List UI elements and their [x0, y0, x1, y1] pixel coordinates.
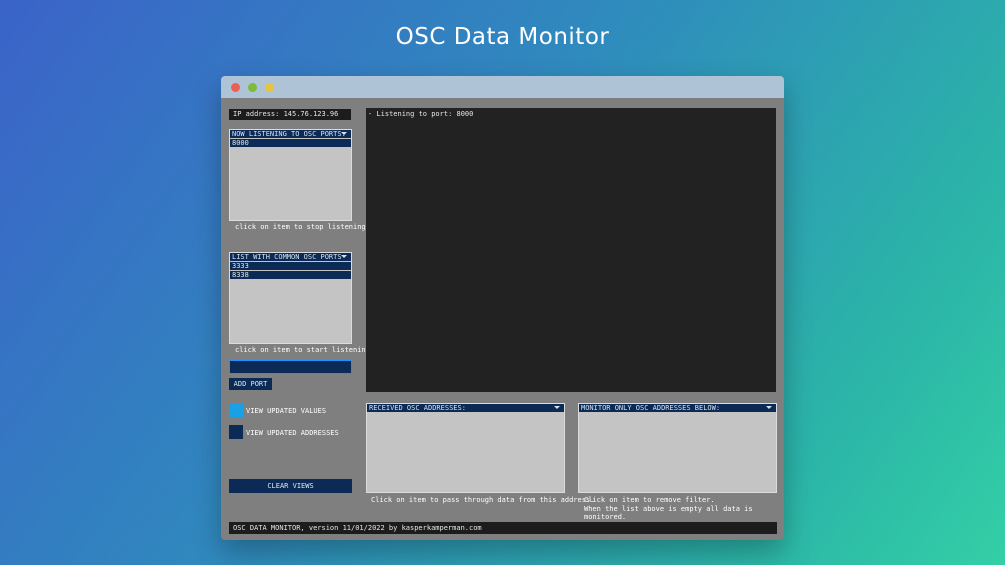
monitor-only-hint-2: When the list above is empty all data is… [584, 505, 753, 521]
view-addresses-label: VIEW UPDATED ADDRESSES [246, 429, 339, 437]
common-ports-header[interactable]: LIST WITH COMMON OSC PORTS [230, 253, 351, 262]
data-console: - Listening to port: 8000 [366, 108, 776, 392]
app-window: IP address: 145.76.123.96 NOW LISTENING … [221, 76, 784, 540]
received-addresses-hint: Click on item to pass through data from … [371, 496, 595, 504]
minimize-window-button[interactable] [265, 83, 274, 92]
page-title: OSC Data Monitor [395, 24, 610, 50]
common-ports-hint: click on item to start listening [235, 346, 370, 354]
common-ports-header-label: LIST WITH COMMON OSC PORTS [232, 253, 342, 261]
console-line: - Listening to port: 8000 [368, 110, 474, 118]
window-titlebar [221, 76, 784, 98]
monitor-only-list[interactable]: MONITOR ONLY OSC ADDRESSES BELOW: [578, 403, 777, 493]
status-bar: OSC DATA MONITOR, version 11/01/2022 by … [229, 522, 777, 534]
view-values-label: VIEW UPDATED VALUES [246, 407, 327, 415]
close-window-button[interactable] [231, 83, 240, 92]
monitor-only-header[interactable]: MONITOR ONLY OSC ADDRESSES BELOW: [579, 404, 776, 413]
ip-address-label: IP address: 145.76.123.96 [229, 109, 351, 120]
view-values-toggle[interactable] [229, 403, 243, 417]
dropdown-arrow-icon [341, 255, 347, 258]
view-addresses-toggle[interactable] [229, 425, 243, 439]
listening-ports-header-label: NOW LISTENING TO OSC PORTS: [232, 130, 346, 138]
monitor-only-header-label: MONITOR ONLY OSC ADDRESSES BELOW: [581, 404, 721, 412]
received-addresses-header-label: RECEIVED OSC ADDRESSES: [369, 404, 466, 412]
list-item-listening-port[interactable]: 8000 [230, 139, 351, 148]
received-addresses-list[interactable]: RECEIVED OSC ADDRESSES: [366, 403, 565, 493]
dropdown-arrow-icon [341, 132, 347, 135]
add-port-button[interactable]: ADD PORT [229, 378, 272, 390]
list-item-common-port[interactable]: 8338 [230, 271, 351, 280]
dropdown-arrow-icon [766, 406, 772, 409]
listening-hint: click on item to stop listening [235, 223, 366, 231]
clear-views-button[interactable]: CLEAR VIEWS [229, 479, 352, 493]
monitor-only-hint-1: Click on item to remove filter. [584, 496, 715, 504]
maximize-window-button[interactable] [248, 83, 257, 92]
listening-ports-header[interactable]: NOW LISTENING TO OSC PORTS: [230, 130, 351, 139]
listening-ports-list[interactable]: NOW LISTENING TO OSC PORTS: 8000 [229, 129, 352, 221]
common-ports-list[interactable]: LIST WITH COMMON OSC PORTS 3333 8338 [229, 252, 352, 344]
list-item-common-port[interactable]: 3333 [230, 262, 351, 271]
dropdown-arrow-icon [554, 406, 560, 409]
received-addresses-header[interactable]: RECEIVED OSC ADDRESSES: [367, 404, 564, 413]
port-input[interactable] [229, 360, 352, 374]
